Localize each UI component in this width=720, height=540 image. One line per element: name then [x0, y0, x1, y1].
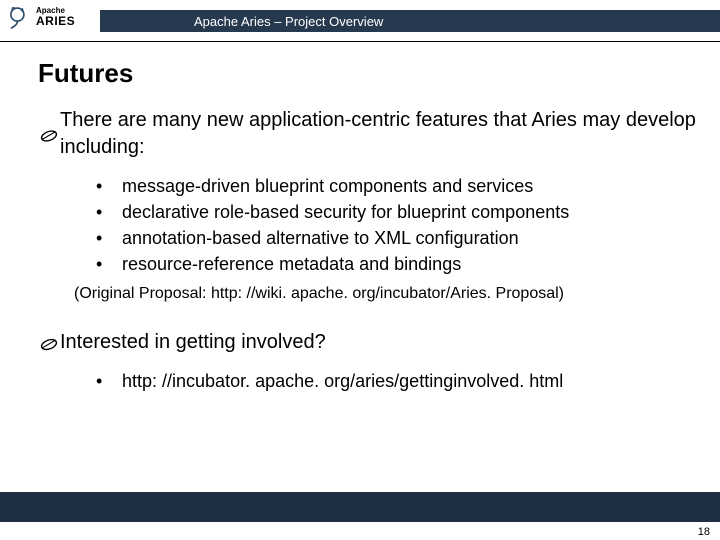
header-title: Apache Aries – Project Overview [194, 14, 383, 29]
intro-text: There are many new application-centric f… [60, 107, 700, 161]
list-item: •annotation-based alternative to XML con… [96, 225, 700, 251]
bullet-dot-icon: • [96, 368, 122, 394]
features-list: •message-driven blueprint components and… [96, 173, 700, 277]
feather-bullet-icon [38, 111, 60, 161]
feature-text: resource-reference metadata and bindings [122, 251, 461, 277]
list-item: •http: //incubator. apache. org/aries/ge… [96, 368, 700, 394]
aries-logo-icon [6, 4, 32, 30]
involved-link-list: •http: //incubator. apache. org/aries/ge… [96, 368, 700, 394]
logo-text-large: ARIES [36, 15, 75, 27]
slide-content: There are many new application-centric f… [0, 107, 720, 394]
bullet-dot-icon: • [96, 225, 122, 251]
page-number: 18 [698, 526, 710, 538]
header: Apache ARIES Apache Aries – Project Over… [0, 0, 720, 42]
list-item: •resource-reference metadata and binding… [96, 251, 700, 277]
involved-item: Interested in getting involved? [38, 329, 700, 356]
footer-band [0, 492, 720, 522]
bullet-dot-icon: • [96, 251, 122, 277]
involved-link: http: //incubator. apache. org/aries/get… [122, 368, 563, 394]
proposal-note: (Original Proposal: http: //wiki. apache… [74, 285, 700, 303]
feature-text: annotation-based alternative to XML conf… [122, 225, 519, 251]
bullet-dot-icon: • [96, 173, 122, 199]
involved-text: Interested in getting involved? [60, 329, 326, 356]
header-ribbon: Apache Aries – Project Overview [100, 10, 720, 32]
logo: Apache ARIES [6, 4, 75, 30]
feature-text: declarative role-based security for blue… [122, 199, 569, 225]
list-item: •declarative role-based security for blu… [96, 199, 700, 225]
feather-bullet-icon [38, 333, 60, 356]
list-item: •message-driven blueprint components and… [96, 173, 700, 199]
slide-title: Futures [38, 58, 720, 89]
feature-text: message-driven blueprint components and … [122, 173, 533, 199]
intro-item: There are many new application-centric f… [38, 107, 700, 161]
bullet-dot-icon: • [96, 199, 122, 225]
